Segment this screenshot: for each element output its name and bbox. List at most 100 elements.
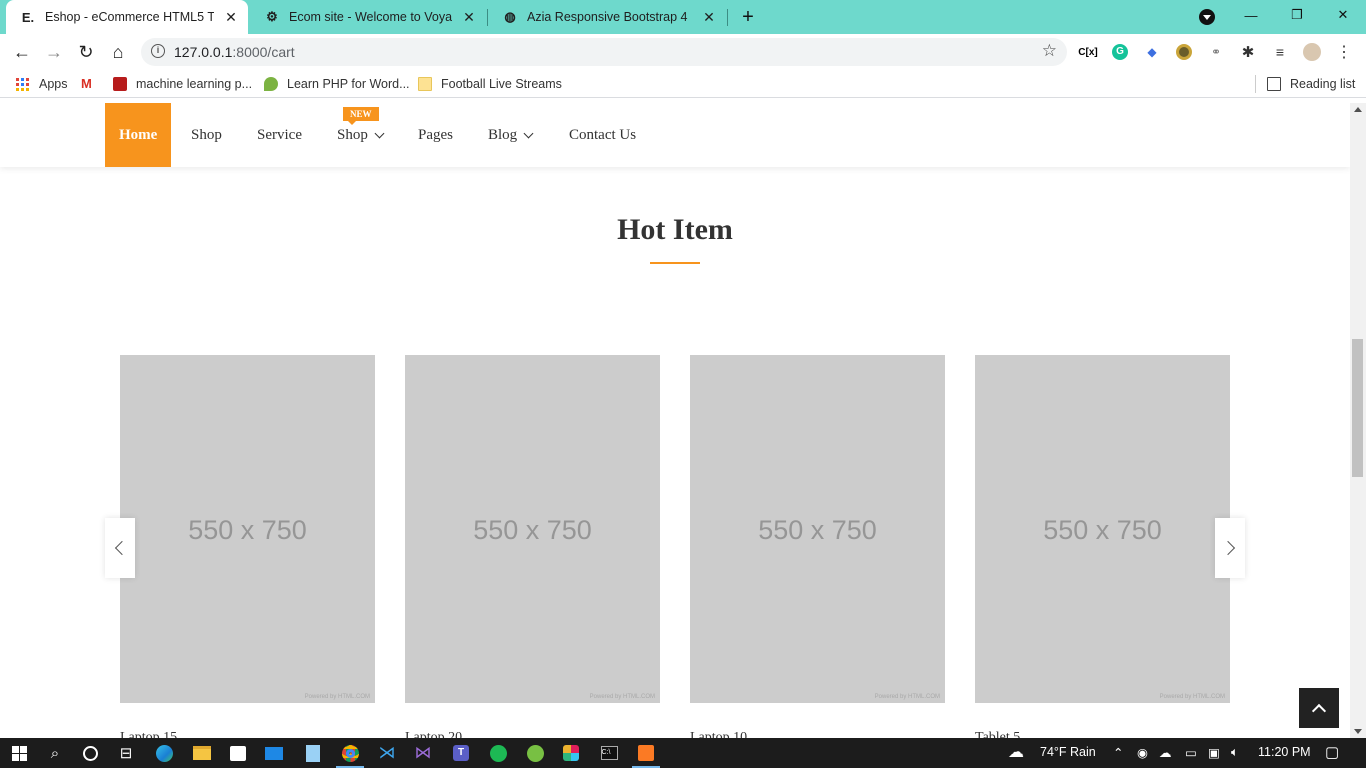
close-window-icon[interactable]: ✕	[1320, 0, 1366, 30]
product-image-placeholder[interactable]: 550 x 750 Powered by HTML.COM	[405, 355, 660, 703]
product-name[interactable]: Laptop 15	[120, 730, 177, 738]
product-name[interactable]: Tablet 5	[975, 730, 1020, 738]
weather-text[interactable]: 74°F Rain	[1040, 745, 1096, 759]
clock[interactable]: 11:20 PM	[1258, 745, 1311, 759]
back-to-top-button[interactable]	[1299, 688, 1339, 728]
restore-icon[interactable]: ❐	[1274, 0, 1320, 30]
address-bar[interactable]: i 127.0.0.1:8000/cart ☆	[141, 38, 1067, 66]
tab-eshop[interactable]: E. Eshop - eCommerce HTML5 Tem ✕	[6, 0, 248, 34]
url-text: 127.0.0.1:8000/cart	[174, 44, 295, 60]
close-tab-icon[interactable]: ✕	[222, 8, 240, 26]
onedrive-icon[interactable]: ☁	[1159, 745, 1172, 760]
site-navigation: Home Shop Service Shop NEW Pages Blog Co…	[0, 103, 1350, 167]
nav-service[interactable]: Service	[257, 103, 302, 167]
product-card[interactable]: 550 x 750 Powered by HTML.COM Laptop 20	[405, 355, 660, 738]
tab-azia-dashboard[interactable]: ◍ Azia Responsive Bootstrap 4 Dasl ✕	[488, 0, 726, 34]
avatar[interactable]	[1303, 43, 1321, 61]
carousel-next-button[interactable]	[1215, 518, 1245, 578]
bookmark-football[interactable]: Football Live Streams	[418, 76, 562, 92]
scroll-down-icon[interactable]	[1354, 729, 1362, 734]
meet-now-icon[interactable]: ◉	[1137, 745, 1148, 760]
bookmark-machine-learning[interactable]: machine learning p...	[113, 76, 252, 92]
product-card[interactable]: 550 x 750 Powered by HTML.COM Tablet 5	[975, 355, 1230, 738]
bookmarks-bar: Apps M machine learning p... Learn PHP f…	[0, 70, 1366, 98]
xampp-icon[interactable]	[636, 743, 656, 763]
edge-browser-icon[interactable]	[154, 743, 174, 763]
teams-icon[interactable]: T	[451, 743, 471, 763]
apps-grid-icon	[16, 77, 29, 91]
kebab-menu-icon[interactable]: ⋮	[1335, 43, 1353, 61]
nav-shop[interactable]: Shop	[191, 103, 222, 167]
tab-title: Ecom site - Welcome to Voyager	[289, 10, 452, 24]
nav-contact[interactable]: Contact Us	[569, 103, 636, 167]
home-icon[interactable]: ⌂	[106, 40, 130, 64]
task-view-icon[interactable]: ⊟	[116, 743, 136, 763]
utorrent-icon[interactable]	[525, 743, 545, 763]
bookmark-star-icon[interactable]: ☆	[1042, 41, 1057, 61]
nav-home[interactable]: Home	[105, 103, 172, 167]
notepad-icon[interactable]	[303, 743, 323, 763]
weather-cloud-icon[interactable]: ☁	[1008, 742, 1024, 762]
link-extension-icon[interactable]: ⚭	[1207, 43, 1225, 61]
grammarly-extension-icon[interactable]: G	[1111, 43, 1129, 61]
reading-list-button[interactable]: Reading list	[1267, 76, 1355, 92]
scrollbar-thumb[interactable]	[1352, 339, 1363, 477]
file-explorer-icon[interactable]	[192, 743, 212, 763]
slack-icon[interactable]	[561, 743, 581, 763]
bookmark-gmail[interactable]: M	[81, 76, 104, 92]
search-icon[interactable]: ⌕	[45, 743, 65, 763]
carousel-prev-button[interactable]	[105, 518, 135, 578]
product-card[interactable]: 550 x 750 Powered by HTML.COM Laptop 10	[690, 355, 945, 738]
vscode-icon[interactable]: ⋊	[377, 743, 397, 763]
site-info-icon[interactable]: i	[151, 44, 165, 58]
translate-extension-icon[interactable]: C[x]	[1078, 43, 1097, 61]
forward-arrow-icon[interactable]: →	[42, 40, 66, 64]
product-image-placeholder[interactable]: 550 x 750 Powered by HTML.COM	[975, 355, 1230, 703]
reload-icon[interactable]: ↻	[74, 40, 98, 64]
product-image-placeholder[interactable]: 550 x 750 Powered by HTML.COM	[120, 355, 375, 703]
nav-blog-dropdown[interactable]: Blog	[488, 103, 534, 167]
network-icon[interactable]: ▣	[1208, 745, 1220, 760]
cortana-icon[interactable]	[80, 743, 100, 763]
close-tab-icon[interactable]: ✕	[460, 8, 478, 26]
gmail-icon: M	[81, 76, 92, 91]
placeholder-watermark: Powered by HTML.COM	[1159, 694, 1225, 700]
scroll-up-icon[interactable]	[1354, 107, 1362, 112]
tab-search-icon[interactable]	[1199, 9, 1215, 25]
nav-pages[interactable]: Pages	[418, 103, 453, 167]
shield-extension-icon[interactable]	[1175, 43, 1193, 61]
product-image-placeholder[interactable]: 550 x 750 Powered by HTML.COM	[690, 355, 945, 703]
bookmark-apps[interactable]: Apps	[16, 76, 68, 92]
tab-ecom-voyager[interactable]: ⚙ Ecom site - Welcome to Voyager ✕	[250, 0, 486, 34]
close-tab-icon[interactable]: ✕	[700, 8, 718, 26]
tray-chevron-up-icon[interactable]: ⌃	[1113, 745, 1123, 760]
terminal-icon[interactable]: C:\	[599, 743, 619, 763]
windows-taskbar: ⌕ ⊟ ⋊ ⋈ T C:\ ☁ 74°F Rain ⌃ ◉ ☁ ▭ ▣ 🔈︎ 1…	[0, 738, 1366, 768]
page-scrollbar[interactable]	[1350, 103, 1366, 738]
new-tab-plus-icon[interactable]: +	[738, 7, 758, 27]
product-card[interactable]: 550 x 750 Powered by HTML.COM Laptop 15	[120, 355, 375, 738]
mail-icon[interactable]	[264, 743, 284, 763]
chrome-icon[interactable]	[340, 743, 360, 763]
graduation-cap-extension-icon[interactable]: ◆	[1143, 43, 1161, 61]
minimize-icon[interactable]: —	[1228, 0, 1274, 30]
back-arrow-icon[interactable]: ←	[10, 40, 34, 64]
battery-icon[interactable]: ▭	[1185, 745, 1197, 760]
spotify-icon[interactable]	[488, 743, 508, 763]
bookmark-learn-php[interactable]: Learn PHP for Word...	[264, 76, 410, 92]
folder-icon	[418, 77, 432, 91]
product-name[interactable]: Laptop 10	[690, 730, 747, 738]
notifications-icon[interactable]: ▢	[1325, 743, 1339, 761]
bookmark-label: Football Live Streams	[441, 77, 562, 91]
media-queue-icon[interactable]: ≡	[1271, 43, 1289, 61]
volume-icon[interactable]: 🔈︎	[1231, 745, 1239, 760]
leaf-icon	[264, 77, 278, 91]
puzzle-extensions-icon[interactable]: ✱	[1239, 43, 1257, 61]
bookmark-label: Apps	[39, 77, 68, 91]
visual-studio-icon[interactable]: ⋈	[413, 743, 433, 763]
windows-start-icon[interactable]	[9, 743, 29, 763]
product-name[interactable]: Laptop 20	[405, 730, 462, 738]
gear-icon: ⚙	[266, 9, 278, 24]
url-path: :8000/cart	[232, 44, 295, 60]
store-icon[interactable]	[228, 743, 248, 763]
